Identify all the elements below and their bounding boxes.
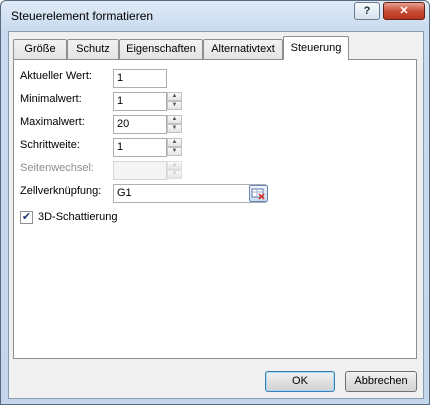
cancel-button[interactable]: Abbrechen: [345, 371, 417, 392]
tab-control[interactable]: Steuerung: [283, 36, 349, 60]
max-value-spinner[interactable]: ▲ ▼: [167, 115, 182, 134]
down-arrow-icon[interactable]: ▼: [167, 101, 182, 110]
down-arrow-icon: ▼: [167, 170, 182, 179]
page-change-label: Seitenwechsel:: [20, 162, 94, 174]
step-spinner[interactable]: ▲ ▼: [167, 138, 182, 157]
current-value-field[interactable]: 1: [113, 69, 167, 88]
dialog-window: Steuerelement formatieren ? ✕ Größe Schu…: [0, 0, 430, 405]
tab-protection[interactable]: Schutz: [67, 39, 119, 59]
close-button[interactable]: ✕: [383, 2, 425, 20]
up-arrow-icon[interactable]: ▲: [167, 115, 182, 124]
title-bar: Steuerelement formatieren ? ✕: [1, 1, 429, 31]
window-title: Steuerelement formatieren: [11, 9, 154, 23]
step-label: Schrittweite:: [20, 139, 80, 151]
tab-alt-text[interactable]: Alternativtext: [203, 39, 283, 59]
min-value-spinner[interactable]: ▲ ▼: [167, 92, 182, 111]
max-value-label: Maximalwert:: [20, 116, 85, 128]
control-panel: Aktueller Wert: 1 Minimalwert: 1 ▲ ▼ Maxi…: [13, 59, 417, 359]
down-arrow-icon[interactable]: ▼: [167, 147, 182, 156]
tab-properties[interactable]: Eigenschaften: [119, 39, 203, 59]
up-arrow-icon[interactable]: ▲: [167, 92, 182, 101]
ok-button[interactable]: OK: [265, 371, 335, 392]
step-field[interactable]: 1: [113, 138, 167, 157]
max-value-field[interactable]: 20: [113, 115, 167, 134]
min-value-label: Minimalwert:: [20, 93, 82, 105]
page-change-field: [113, 161, 167, 180]
shading-label[interactable]: 3D-Schattierung: [38, 211, 118, 223]
dialog-body: Größe Schutz Eigenschaften Alternativtex…: [8, 31, 424, 399]
cell-link-field[interactable]: G1: [113, 184, 266, 203]
page-change-spinner: ▲ ▼: [167, 161, 182, 180]
down-arrow-icon[interactable]: ▼: [167, 124, 182, 133]
cell-reference-button[interactable]: [249, 185, 268, 202]
up-arrow-icon: ▲: [167, 161, 182, 170]
cell-reference-icon: [251, 188, 265, 200]
up-arrow-icon[interactable]: ▲: [167, 138, 182, 147]
tab-size[interactable]: Größe: [13, 39, 67, 59]
shading-checkbox[interactable]: ✔: [20, 211, 33, 224]
help-button[interactable]: ?: [354, 2, 380, 20]
min-value-field[interactable]: 1: [113, 92, 167, 111]
cell-link-label: Zellverknüpfung:: [20, 185, 102, 197]
current-value-label: Aktueller Wert:: [20, 70, 92, 82]
